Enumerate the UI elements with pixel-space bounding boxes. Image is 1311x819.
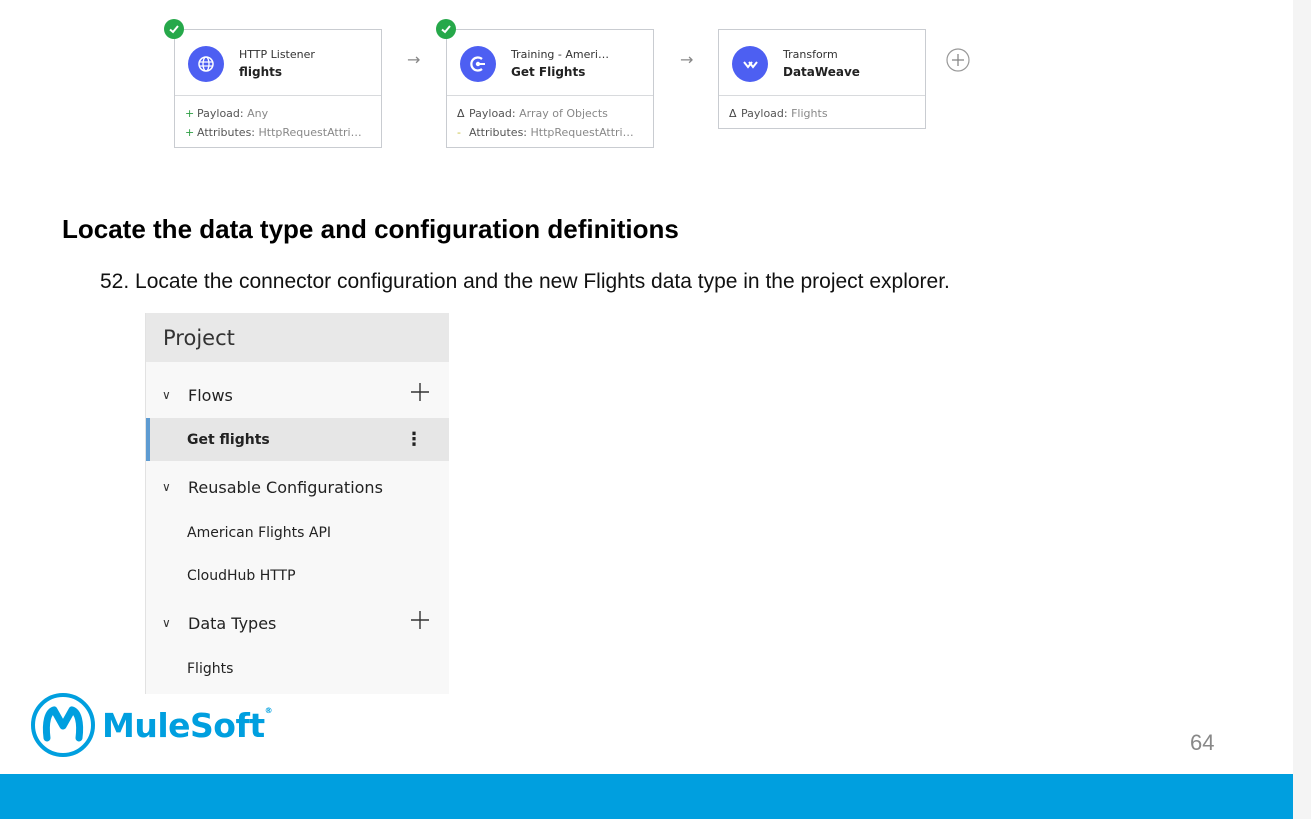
add-flow-icon[interactable]	[409, 381, 431, 403]
flow-arrow: →	[680, 50, 694, 69]
globe-icon	[188, 46, 224, 82]
flow-card-transform[interactable]: Transform DataWeave Δ Payload: Flights	[718, 29, 926, 129]
project-header: Project	[146, 313, 449, 362]
flow-card-http-listener[interactable]: HTTP Listener flights + Payload: Any + Att…	[174, 29, 382, 148]
item-label: Flights	[187, 660, 234, 677]
tree-group-data-types[interactable]: ∨ Data Types	[146, 601, 449, 645]
tree-group-flows[interactable]: ∨ Flows	[146, 373, 449, 417]
tree-item-flights[interactable]: Flights	[146, 647, 449, 690]
dataweave-icon	[732, 46, 768, 82]
item-label: Get flights	[187, 431, 270, 448]
chevron-down-icon: ∨	[162, 480, 171, 494]
step-instruction: 52. Locate the connector configuration a…	[100, 270, 950, 293]
item-label: CloudHub HTTP	[187, 567, 296, 584]
flow-card-get-flights[interactable]: Training - Ameri… Get Flights Δ Payload: …	[446, 29, 654, 148]
card-subtitle: flights	[239, 65, 283, 79]
mulesoft-logo-icon	[31, 693, 95, 757]
card-subtitle: DataWeave	[783, 65, 860, 79]
card-metadata: Δ Payload: Flights	[729, 107, 828, 120]
item-label: American Flights API	[187, 524, 332, 541]
tree-group-reusable-configurations[interactable]: ∨ Reusable Configurations	[146, 465, 449, 509]
chevron-down-icon: ∨	[162, 616, 171, 630]
card-metadata: Δ Payload: Array of Objects - Attributes: …	[457, 107, 634, 139]
add-component-icon[interactable]	[946, 48, 970, 72]
section-heading: Locate the data type and configuration d…	[62, 214, 679, 244]
flow-arrow: →	[407, 50, 421, 69]
group-label: Flows	[188, 385, 233, 405]
page-number: 64	[1190, 730, 1215, 755]
group-label: Data Types	[188, 613, 277, 633]
logo-wordmark: MuleSoft®	[102, 705, 273, 745]
connector-icon	[460, 46, 496, 82]
card-subtitle: Get Flights	[511, 65, 586, 79]
success-check-icon	[436, 19, 456, 39]
card-metadata: + Payload: Any + Attributes: HttpRequestAt…	[185, 107, 362, 139]
project-explorer: Project ∨ Flows Get flights ⋮ ∨ Reusable…	[145, 313, 449, 694]
right-margin-strip	[1293, 0, 1311, 819]
footer-bar	[0, 774, 1293, 819]
mulesoft-logo: MuleSoft®	[30, 692, 273, 758]
card-title: Transform	[783, 48, 838, 61]
tree-item-get-flights[interactable]: Get flights ⋮	[146, 418, 449, 461]
tree-item-american-flights-api[interactable]: American Flights API	[146, 511, 449, 554]
card-title: Training - Ameri…	[511, 48, 609, 61]
add-data-type-icon[interactable]	[409, 609, 431, 631]
card-title: HTTP Listener	[239, 48, 315, 61]
group-label: Reusable Configurations	[188, 477, 383, 497]
more-options-icon[interactable]: ⋮	[405, 429, 423, 450]
success-check-icon	[164, 19, 184, 39]
chevron-down-icon: ∨	[162, 388, 171, 402]
tree-item-cloudhub-http[interactable]: CloudHub HTTP	[146, 554, 449, 597]
